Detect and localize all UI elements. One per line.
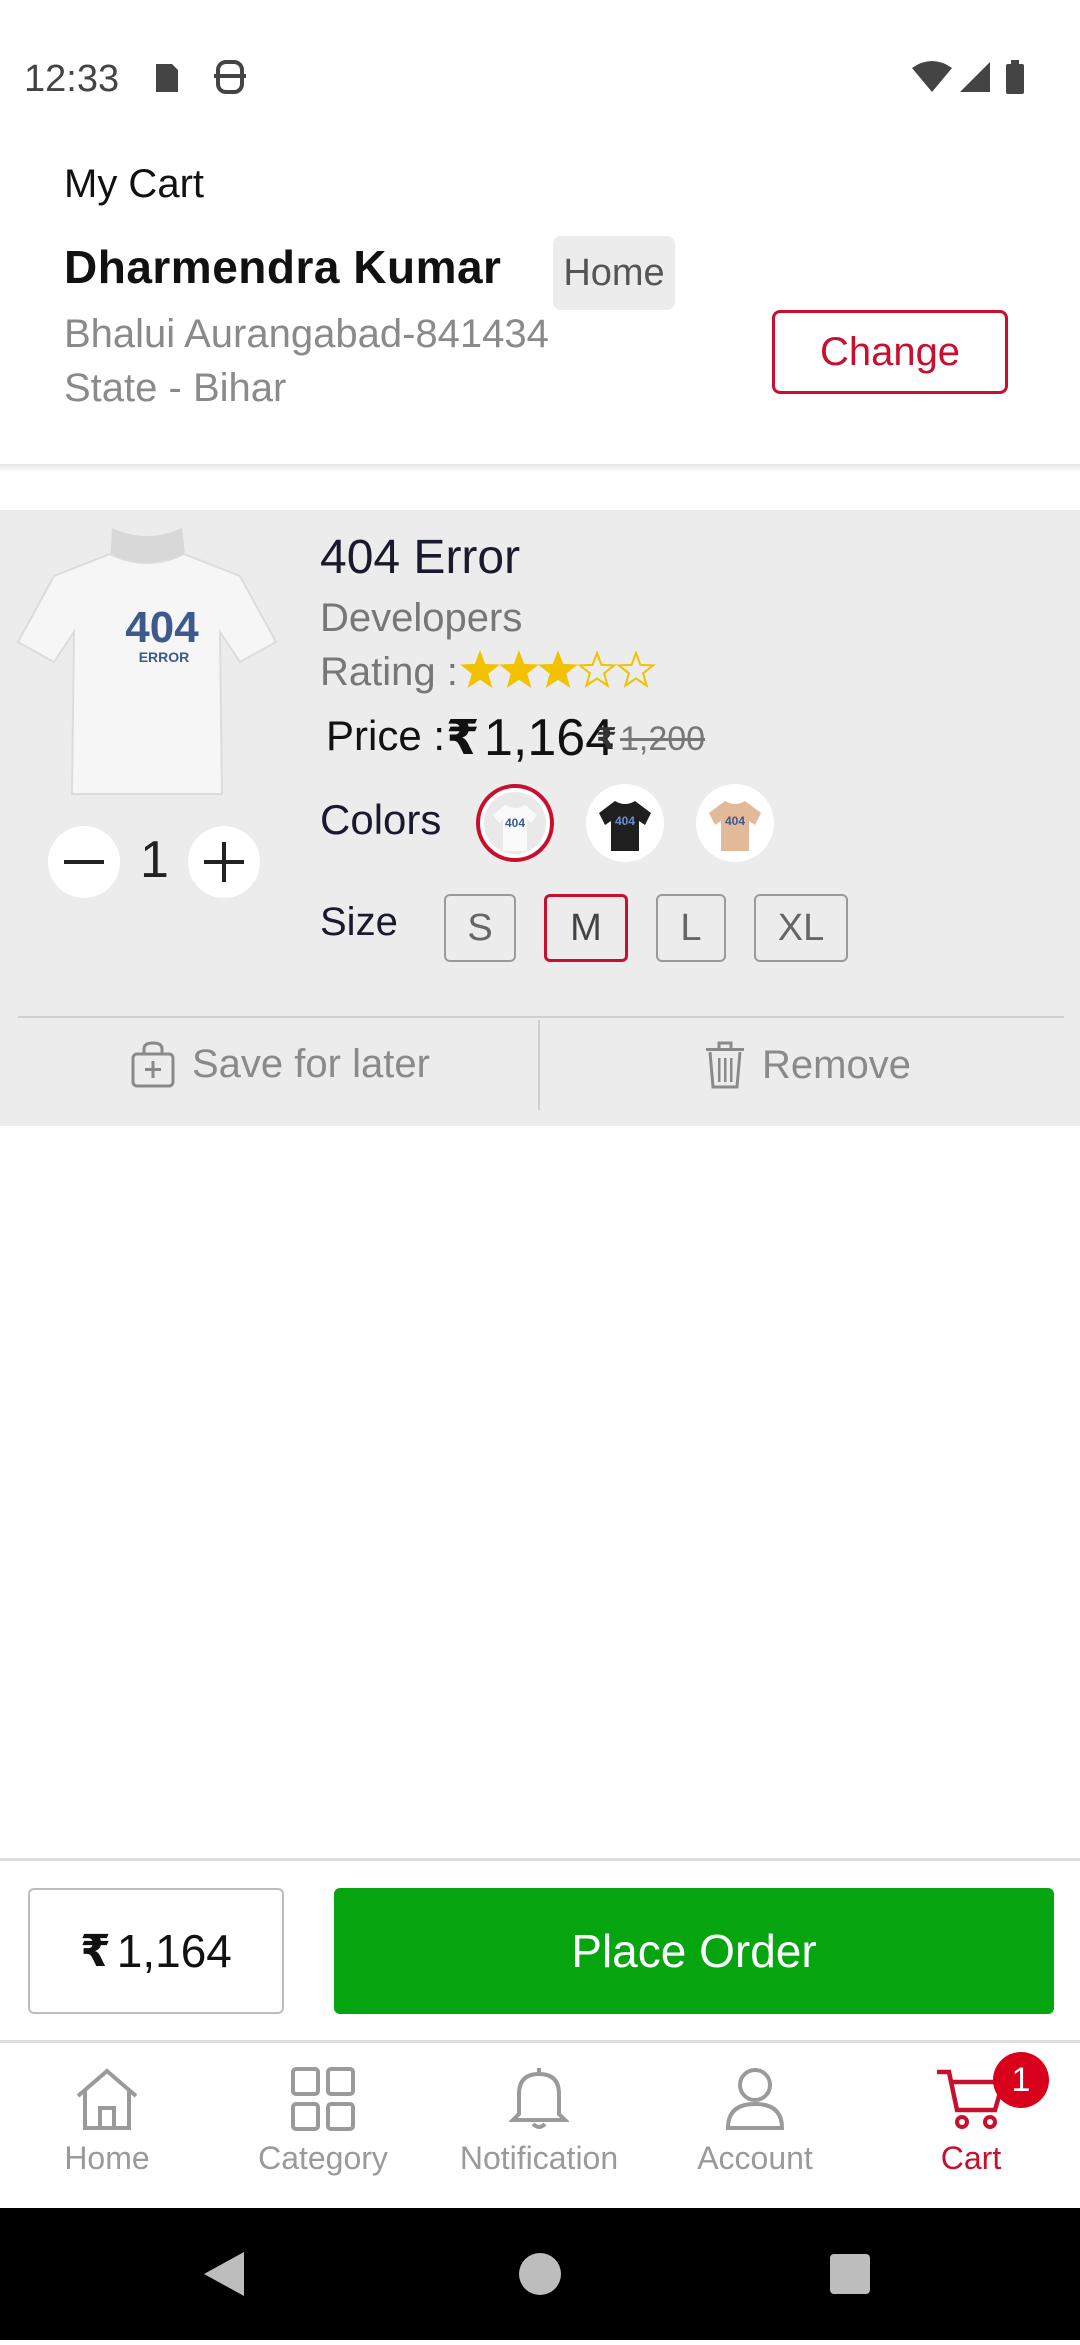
star-empty-icon bbox=[577, 650, 617, 688]
nav-cart-label: Cart bbox=[940, 2140, 1002, 2176]
place-order-button[interactable]: Place Order bbox=[334, 1888, 1054, 2014]
accessibility-icon bbox=[214, 60, 246, 94]
bell-icon bbox=[509, 2068, 569, 2129]
nav-account[interactable]: Account bbox=[650, 2066, 860, 2177]
rupee-icon: ₹ bbox=[80, 1926, 111, 1976]
cart-count-badge: 1 bbox=[993, 2052, 1049, 2108]
save-for-later-button[interactable]: Save for later bbox=[130, 1040, 430, 1088]
trash-icon bbox=[706, 1041, 744, 1089]
color-swatch-beige[interactable]: 404 bbox=[696, 784, 774, 862]
remove-label: Remove bbox=[762, 1042, 911, 1087]
nav-home[interactable]: Home bbox=[2, 2066, 212, 2177]
back-icon bbox=[204, 2252, 244, 2296]
save-for-later-label: Save for later bbox=[192, 1041, 430, 1086]
status-notification-icons bbox=[150, 58, 260, 103]
product-brand: Developers bbox=[320, 596, 523, 640]
price-value: 1,164 bbox=[484, 709, 615, 767]
product-title[interactable]: 404 Error bbox=[320, 530, 520, 585]
rating-label: Rating : bbox=[320, 650, 458, 694]
user-icon bbox=[725, 2068, 785, 2130]
nav-account-label: Account bbox=[697, 2140, 813, 2176]
nav-category[interactable]: Category bbox=[218, 2066, 428, 2177]
color-swatch-black[interactable]: 404 bbox=[586, 784, 664, 862]
star-filled-icon bbox=[460, 650, 500, 688]
increase-quantity-button[interactable] bbox=[188, 826, 260, 898]
address-type-badge: Home bbox=[553, 236, 675, 310]
product-image[interactable]: 404 ERROR bbox=[14, 524, 280, 802]
rupee-icon: ₹ bbox=[596, 723, 617, 756]
nav-category-label: Category bbox=[258, 2140, 388, 2176]
rating-stars bbox=[460, 650, 656, 700]
star-filled-icon bbox=[499, 650, 539, 688]
item-actions-separator bbox=[538, 1020, 540, 1110]
price-label: Price : bbox=[326, 712, 446, 759]
grid-icon bbox=[291, 2067, 355, 2131]
size-option-m[interactable]: M bbox=[544, 894, 628, 962]
customer-name: Dharmendra Kumar bbox=[64, 241, 502, 293]
recents-icon bbox=[830, 2254, 870, 2294]
size-option-s[interactable]: S bbox=[444, 894, 516, 962]
order-total: ₹ 1,164 bbox=[28, 1888, 284, 2014]
size-option-l[interactable]: L bbox=[656, 894, 726, 962]
wifi-icon bbox=[912, 61, 952, 92]
size-option-xl[interactable]: XL bbox=[754, 894, 848, 962]
remove-item-button[interactable]: Remove bbox=[704, 1040, 911, 1090]
svg-text:404: 404 bbox=[725, 814, 745, 828]
bag-plus-icon bbox=[131, 1041, 175, 1088]
header-divider bbox=[0, 464, 1080, 472]
change-address-button[interactable]: Change bbox=[772, 310, 1008, 394]
plus-icon bbox=[204, 842, 244, 882]
home-circle-icon bbox=[519, 2253, 561, 2295]
decrease-quantity-button[interactable] bbox=[48, 826, 120, 898]
quantity-value: 1 bbox=[140, 831, 169, 889]
sd-card-icon bbox=[156, 64, 178, 92]
size-label: Size bbox=[320, 900, 398, 944]
address-line1: Bhalui Aurangabad-841434 bbox=[64, 312, 549, 356]
order-bar-divider bbox=[0, 1858, 1080, 1861]
system-navigation-bar bbox=[0, 2208, 1080, 2340]
colors-label: Colors bbox=[320, 796, 442, 843]
system-status-icons bbox=[910, 58, 1030, 103]
print-error: ERROR bbox=[139, 649, 190, 665]
nav-notification[interactable]: Notification bbox=[434, 2066, 644, 2177]
signal-icon bbox=[960, 62, 990, 92]
star-filled-icon bbox=[538, 650, 578, 688]
rupee-icon: ₹ bbox=[446, 712, 480, 765]
status-time: 12:33 bbox=[24, 58, 120, 100]
item-actions-divider bbox=[18, 1016, 1064, 1018]
minus-icon bbox=[64, 860, 104, 864]
mrp-value: 1,200 bbox=[620, 720, 706, 758]
nav-divider bbox=[0, 2040, 1080, 2043]
nav-home-label: Home bbox=[64, 2140, 150, 2176]
star-empty-icon bbox=[616, 650, 656, 688]
address-line2: State - Bihar bbox=[64, 366, 287, 410]
svg-text:404: 404 bbox=[505, 816, 525, 830]
print-404: 404 bbox=[125, 603, 199, 652]
order-total-value: 1,164 bbox=[116, 1925, 232, 1977]
home-icon bbox=[76, 2068, 138, 2130]
battery-icon bbox=[1006, 64, 1024, 94]
color-swatch-white[interactable]: 404 bbox=[476, 784, 554, 862]
nav-notification-label: Notification bbox=[459, 2140, 619, 2176]
svg-text:404: 404 bbox=[615, 814, 635, 828]
page-title: My Cart bbox=[64, 162, 204, 206]
